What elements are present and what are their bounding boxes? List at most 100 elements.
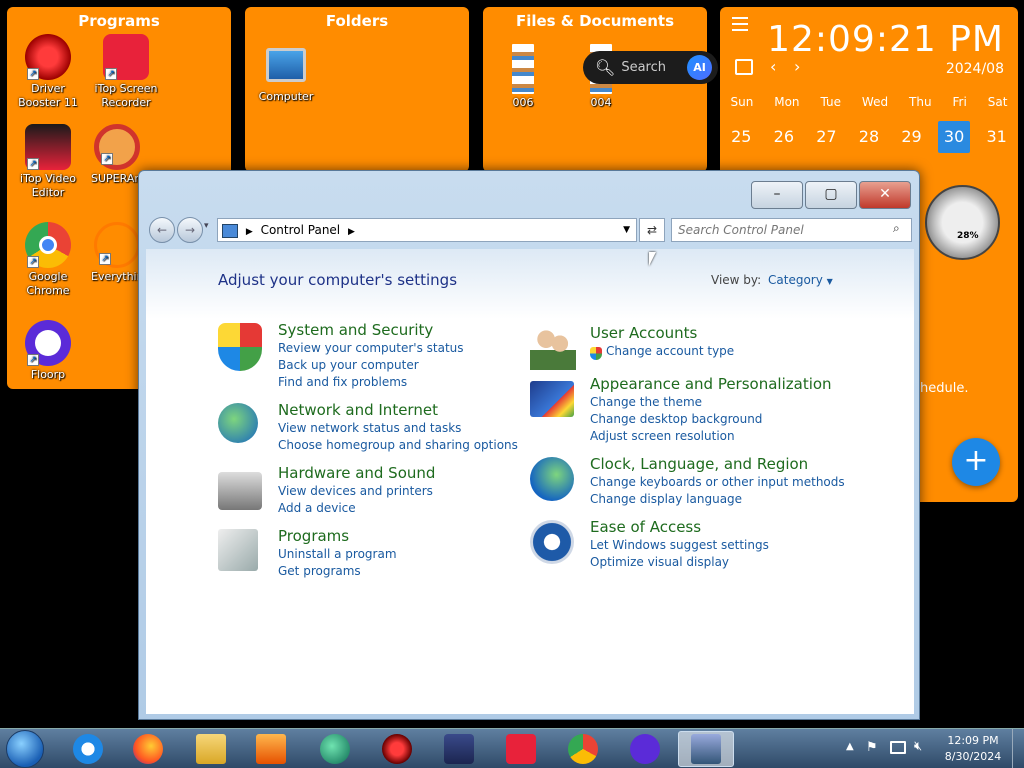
clock-language-region-link[interactable]: Clock, Language, and Region — [590, 455, 808, 473]
control-panel-small-icon — [222, 223, 238, 238]
close-button[interactable]: ✕ — [859, 181, 911, 209]
category-task-link[interactable]: View devices and printers — [278, 484, 433, 498]
clock-globe-icon[interactable] — [530, 457, 574, 501]
breadcrumb-control-panel[interactable]: Control Panel — [261, 223, 341, 237]
network-tray-icon[interactable] — [890, 741, 906, 754]
category-task-link[interactable]: Optimize visual display — [590, 555, 729, 569]
desktop-icon-driver-booster[interactable]: ↗ Driver Booster 11 — [13, 34, 83, 110]
desktop-icon-label: Everything — [91, 270, 143, 283]
refresh-button[interactable]: ⇄ — [639, 218, 665, 242]
desktop-icon-itop-video-editor[interactable]: ↗ iTop Video Editor — [13, 124, 83, 200]
category-task-link[interactable]: Uninstall a program — [278, 547, 397, 561]
hardware-sound-link[interactable]: Hardware and Sound — [278, 464, 435, 482]
desktop-icon-google-chrome[interactable]: ↗ Google Chrome — [13, 222, 83, 298]
page-heading: Adjust your computer's settings — [218, 271, 458, 289]
category-task-link[interactable]: Choose homegroup and sharing options — [278, 438, 518, 452]
back-button[interactable]: ← — [149, 217, 175, 243]
desktop-icon-006[interactable]: 006 — [488, 44, 558, 110]
ease-of-access-icon[interactable] — [530, 520, 574, 564]
shield-icon[interactable] — [218, 323, 262, 371]
desktop-icon-superantispyware[interactable]: ↗ SUPERAntiSpyware Free — [91, 124, 143, 186]
search-control-panel-input[interactable]: Search Control Panel — [671, 218, 912, 242]
category-task-link[interactable]: Change the theme — [590, 395, 702, 409]
shortcut-arrow-icon: ↗ — [27, 158, 39, 170]
driver-booster-icon: ↗ — [25, 34, 71, 80]
category-task-link[interactable]: Change display language — [590, 492, 742, 506]
taskbar-screenshot-tool[interactable] — [431, 731, 487, 767]
desktop-icon-itop-screen-recorder[interactable]: ↗ iTop Screen Recorder — [91, 34, 161, 110]
category-task-link[interactable]: Add a device — [278, 501, 356, 515]
user-accounts-link[interactable]: User Accounts — [590, 324, 697, 342]
category-task-link[interactable]: Change keyboards or other input methods — [590, 475, 845, 489]
taskbar-control-panel-active[interactable] — [678, 731, 734, 767]
show-hidden-icons-chevron-icon[interactable]: ▲ — [846, 741, 854, 752]
add-event-button[interactable]: + — [952, 438, 1000, 486]
ease-of-access-link[interactable]: Ease of Access — [590, 518, 701, 536]
address-bar[interactable]: ▶ Control Panel ▶ ▼ — [217, 218, 637, 242]
action-center-flag-icon[interactable]: ⚑ — [866, 740, 878, 755]
address-dropdown-icon[interactable]: ▼ — [623, 219, 630, 241]
printer-icon[interactable] — [218, 472, 262, 510]
desktop-icon-computer[interactable]: Computer — [251, 48, 321, 104]
next-month-chevron-icon[interactable]: › — [794, 57, 800, 76]
tray-clock-date[interactable]: 8/30/2024 — [940, 750, 1006, 763]
tray-clock-time[interactable]: 12:09 PM — [940, 734, 1006, 747]
forward-button[interactable]: → — [177, 217, 203, 243]
taskbar-app-green[interactable] — [307, 731, 363, 767]
category-task-link[interactable]: Find and fix problems — [278, 375, 407, 389]
category-task-link[interactable]: Review your computer's status — [278, 341, 464, 355]
category-task-link[interactable]: Back up your computer — [278, 358, 419, 372]
category-task-link[interactable]: Get programs — [278, 564, 361, 578]
network-internet-link[interactable]: Network and Internet — [278, 401, 438, 419]
schedule-text: hedule. — [920, 381, 969, 396]
chrome-icon: ↗ — [25, 222, 71, 268]
users-icon[interactable] — [530, 326, 576, 370]
calendar-icon[interactable] — [735, 59, 753, 75]
view-by-value: Category — [768, 273, 823, 287]
taskbar-itop-screen-recorder[interactable] — [493, 731, 549, 767]
calendar-date[interactable]: 25 — [725, 121, 757, 153]
category-task-link[interactable]: View network status and tasks — [278, 421, 461, 435]
desktop-icon-everything[interactable]: ↗ Everything — [91, 222, 143, 284]
shortcut-arrow-icon: ↗ — [105, 68, 117, 80]
view-by-dropdown[interactable]: Category ▼ — [768, 273, 833, 287]
screen-recorder-icon — [506, 734, 536, 764]
menu-icon[interactable] — [732, 17, 748, 31]
taskbar-firefox[interactable] — [120, 731, 176, 767]
category-task-link[interactable]: Change desktop background — [590, 412, 762, 426]
start-button[interactable] — [6, 730, 44, 768]
volume-muted-icon[interactable]: 🔇︎ — [914, 739, 922, 754]
system-security-link[interactable]: System and Security — [278, 321, 433, 339]
recent-pages-chevron-icon[interactable]: ▾ — [204, 221, 209, 231]
taskbar-internet-explorer[interactable] — [60, 731, 116, 767]
taskbar-media-player[interactable] — [243, 731, 299, 767]
globe-network-icon[interactable] — [218, 403, 258, 443]
calendar-date[interactable]: 31 — [981, 121, 1013, 153]
floating-search-pill[interactable]: 🔍︎ Search AI — [583, 51, 718, 84]
maximize-button[interactable]: ▢ — [805, 181, 857, 209]
appearance-monitor-icon[interactable] — [530, 381, 574, 417]
desktop-icon-floorp[interactable]: ↗ Floorp — [13, 320, 83, 382]
weekday-label: Thu — [909, 95, 932, 109]
taskbar-driver-booster[interactable] — [369, 731, 425, 767]
weekday-label: Mon — [774, 95, 800, 109]
minimize-button[interactable]: – — [751, 181, 803, 209]
taskbar-chrome[interactable] — [555, 731, 611, 767]
calendar-date[interactable]: 28 — [853, 121, 885, 153]
appearance-personalization-link[interactable]: Appearance and Personalization — [590, 375, 832, 393]
prev-month-chevron-icon[interactable]: ‹ — [770, 57, 776, 76]
calendar-date[interactable]: 26 — [768, 121, 800, 153]
category-task-link[interactable]: Change account type — [606, 344, 734, 358]
taskbar-floorp[interactable] — [617, 731, 673, 767]
search-icon[interactable]: ⌕ — [893, 221, 900, 236]
taskbar-file-explorer[interactable] — [183, 731, 239, 767]
calendar-date[interactable]: 29 — [896, 121, 928, 153]
show-desktop-button[interactable] — [1012, 729, 1024, 768]
ai-assistant-button[interactable]: AI — [687, 55, 712, 80]
programs-link[interactable]: Programs — [278, 527, 349, 545]
calendar-date[interactable]: 27 — [810, 121, 842, 153]
category-task-link[interactable]: Let Windows suggest settings — [590, 538, 769, 552]
category-task-link[interactable]: Adjust screen resolution — [590, 429, 735, 443]
calendar-date-today[interactable]: 30 — [938, 121, 971, 153]
programs-box-icon[interactable] — [218, 529, 258, 571]
